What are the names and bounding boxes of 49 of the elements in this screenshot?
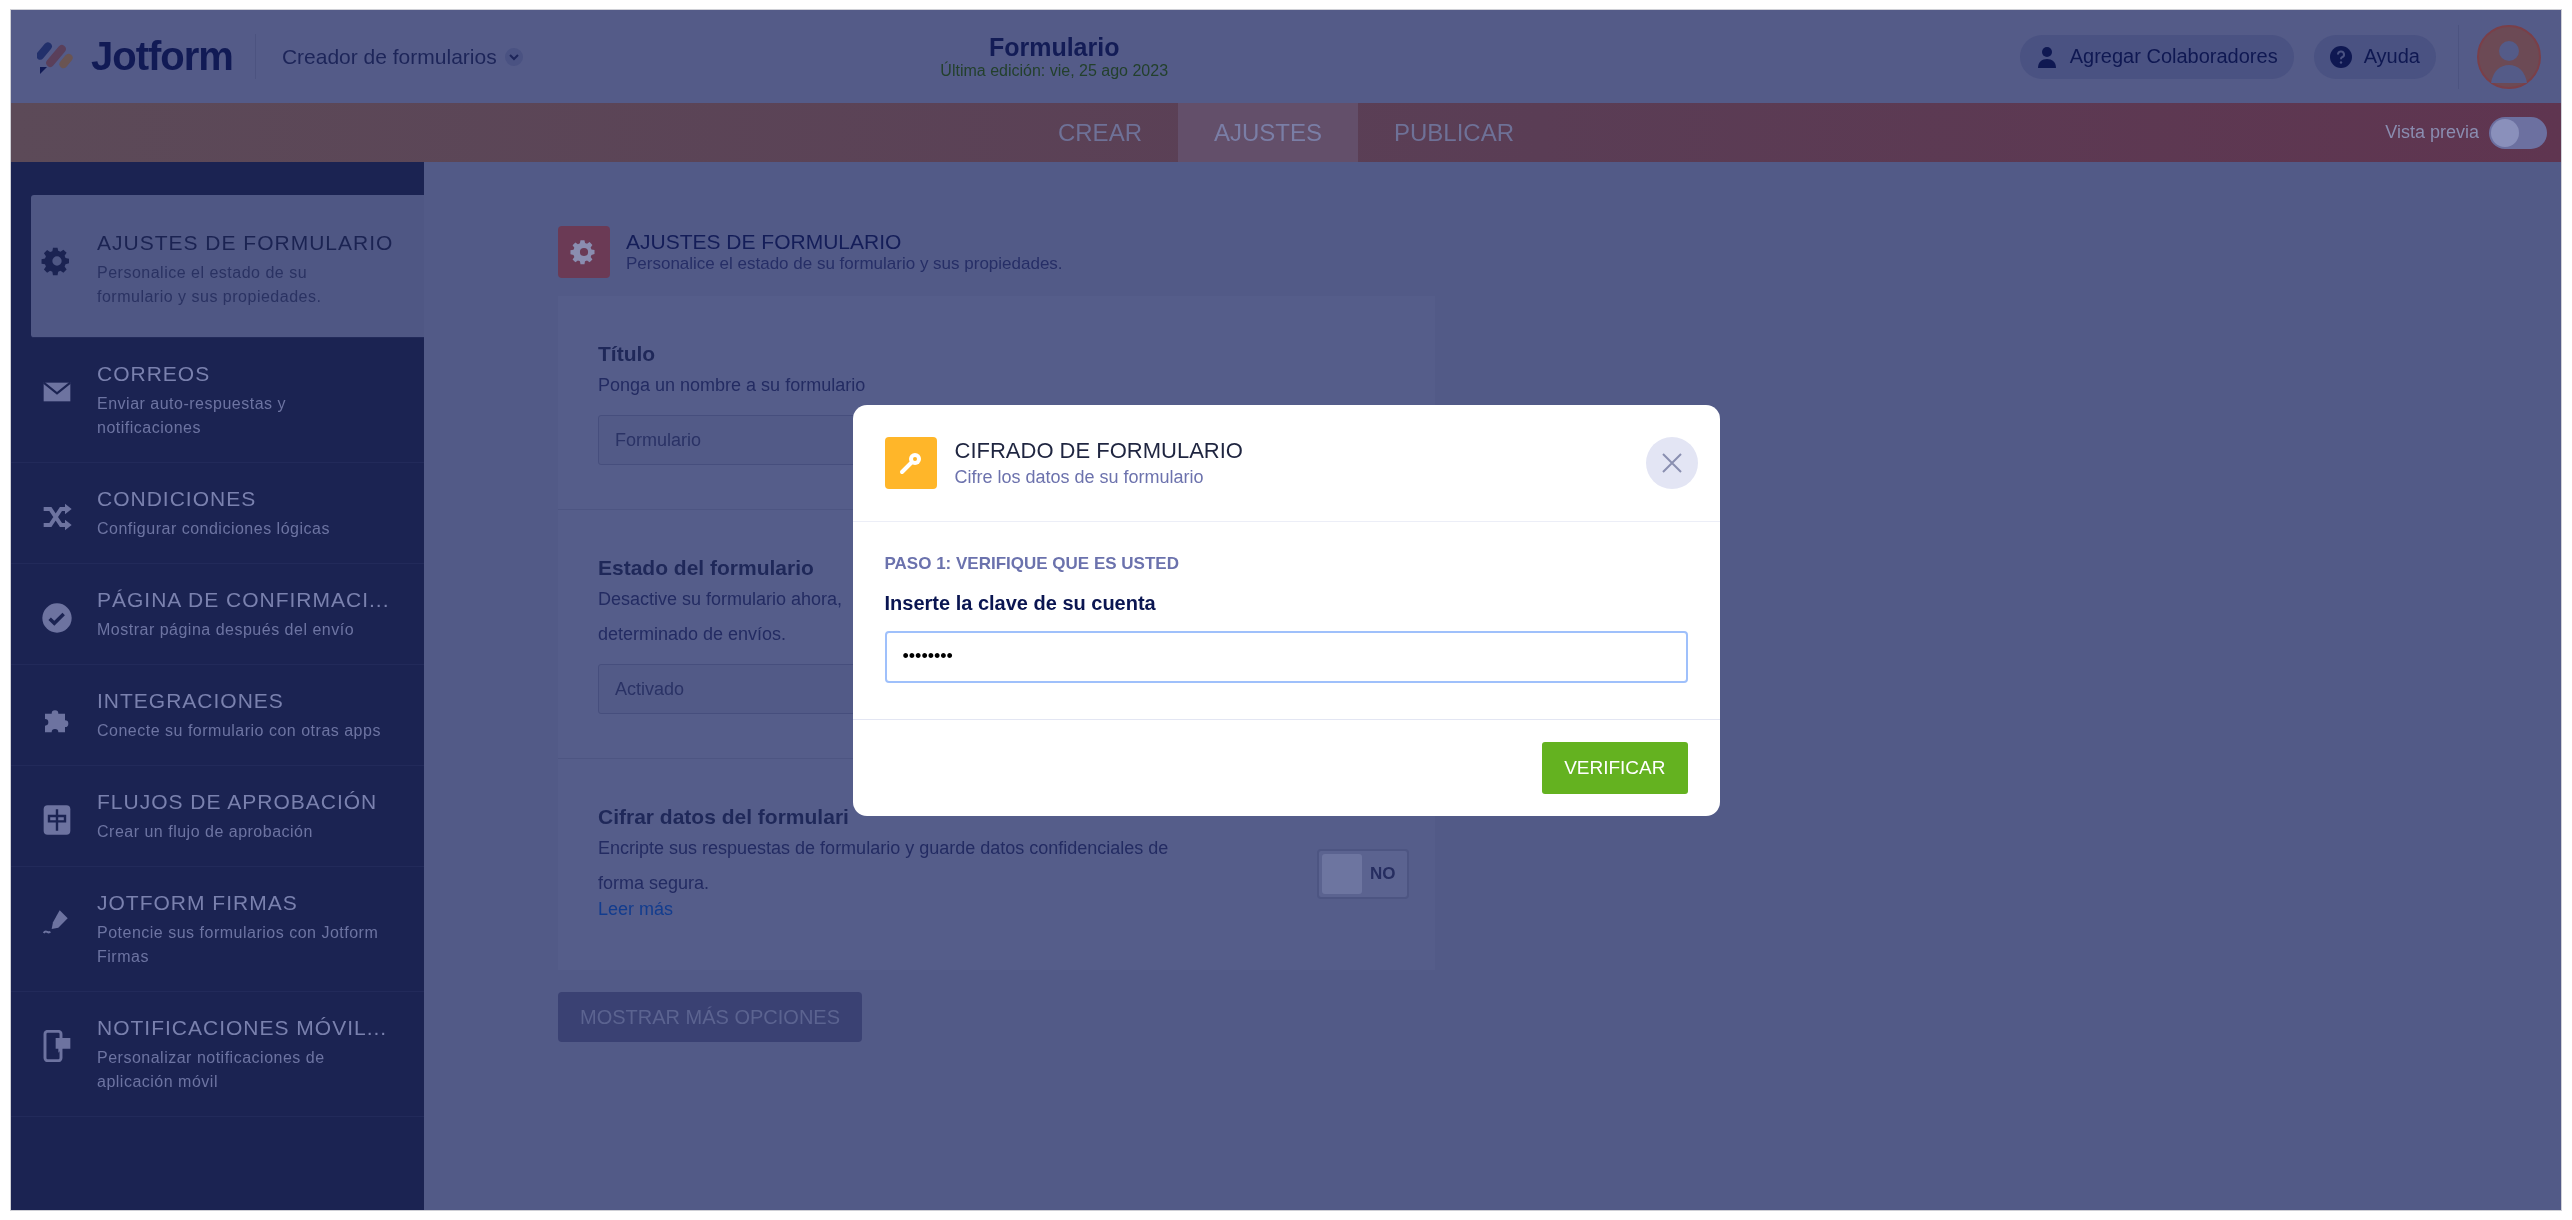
- step-label: PASO 1: VERIFIQUE QUE ES USTED: [884, 553, 1180, 574]
- collaborators-button[interactable]: Agregar Colaboradores: [2019, 34, 2294, 79]
- sidebar-item-subtitle: Configurar condiciones lógicas: [97, 519, 330, 539]
- password-field[interactable]: ••••••••: [884, 630, 1688, 683]
- password-label: Inserte la clave de su cuenta: [884, 591, 1157, 615]
- help-icon: [2329, 45, 2352, 68]
- close-icon: [1659, 450, 1684, 475]
- dialog-title: CIFRADO DE FORMULARIO: [954, 437, 1244, 464]
- nav-tab[interactable]: PUBLICAR: [1358, 103, 1551, 162]
- shuffle-icon: [41, 501, 73, 533]
- sidebar-item-title: JOTFORM FIRMAS: [97, 891, 299, 915]
- read-more-link[interactable]: Leer más: [598, 899, 674, 919]
- sidebar-item-title: PÁGINA DE CONFIRMACI...: [97, 588, 390, 612]
- last-edited: Última edición: vie, 25 ago 2023: [940, 62, 1169, 80]
- chevron-icon: [504, 47, 523, 66]
- sidebar-item-subtitle: Enviar auto-respuestas y notificaciones: [97, 394, 287, 438]
- preview-label: Vista previa: [2385, 122, 2479, 143]
- sidebar-item[interactable]: INTEGRACIONES Conecte su formulario con otras apps: [11, 665, 424, 766]
- form-title: Formulario: [988, 33, 1120, 62]
- sidebar-item[interactable]: JOTFORM FIRMAS Potencie sus formularios con Jotform Firmas: [11, 867, 424, 992]
- sidebar-item-subtitle: Mostrar página después del envío: [97, 620, 356, 640]
- sidebar-item[interactable]: PÁGINA DE CONFIRMACI... Mostrar página después del envío: [11, 564, 424, 665]
- preview-toggle[interactable]: [2489, 116, 2547, 149]
- sidebar-item-title: CONDICIONES: [97, 487, 258, 511]
- sidebar-item-subtitle: Personalizar notificaciones de aplicación móvil: [97, 1048, 326, 1092]
- sidebar-item-subtitle: Potencie sus formularios con Jotform Firmas: [97, 923, 380, 967]
- sidebar-item[interactable]: CORREOS Enviar auto-respuestas y notificaciones: [11, 338, 424, 463]
- sidebar-item-title: NOTIFICACIONES MÓVIL...: [97, 1016, 388, 1040]
- verify-button[interactable]: VERIFICAR: [1542, 741, 1688, 794]
- sidebar-item[interactable]: CONDICIONES Configurar condiciones lógicas: [11, 463, 424, 564]
- dialog-subtitle: Cifre los datos de su formulario: [954, 466, 1205, 488]
- check-icon: [41, 602, 73, 634]
- person-icon: [2035, 45, 2058, 68]
- help-button[interactable]: Ayuda: [2313, 34, 2436, 79]
- sidebar-item-title: INTEGRACIONES: [97, 689, 285, 713]
- sidebar-item-title: FLUJOS DE APROBACIÓN: [97, 790, 378, 814]
- sidebar-item[interactable]: FLUJOS DE APROBACIÓN Crear un flujo de aprobación: [11, 766, 424, 867]
- sidebar-item-subtitle: Conecte su formulario con otras apps: [97, 721, 381, 741]
- logo-text: Jotform: [91, 34, 233, 79]
- key-icon: [884, 436, 937, 489]
- nav-tab[interactable]: AJUSTES: [1177, 103, 1358, 162]
- nav-tab[interactable]: CREAR: [1021, 103, 1178, 162]
- sidebar-item[interactable]: NOTIFICACIONES MÓVIL... Personalizar notificaciones de aplicación móvil: [11, 992, 424, 1117]
- section-title: AJUSTES DE FORMULARIO: [626, 230, 903, 254]
- gear-icon: [558, 226, 610, 278]
- sidebar-item-subtitle: Crear un flujo de aprobación: [97, 822, 314, 842]
- flow-icon: [41, 804, 73, 836]
- sidebar-item-title: CORREOS: [97, 362, 212, 386]
- phone-icon: [41, 1030, 73, 1062]
